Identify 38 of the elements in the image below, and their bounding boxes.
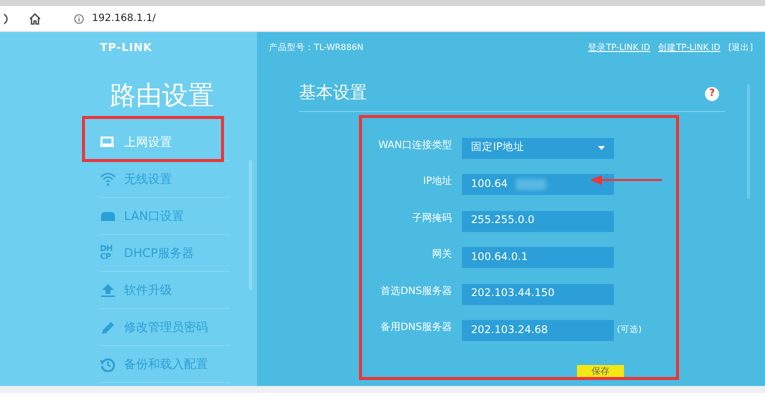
dropdown-field[interactable]: 固定IP地址 [462,138,614,158]
sidebar-item[interactable]: 上网设置 [100,124,230,161]
optional-note: (可选) [617,324,642,337]
field-label: WAN口连接类型 [377,138,453,152]
field-label: 首选DNS服务器 [379,284,453,298]
field-label: IP地址 [422,174,453,189]
wifi-icon [100,172,116,186]
section-title: 基本设置 [299,82,367,105]
caret-icon [598,146,605,150]
sidebar-item[interactable]: DH CP DHCP服务器 [100,235,230,272]
sidebar-item[interactable]: 软件升级 [100,272,230,309]
sidebar-item[interactable]: 修改管理员密码 [100,309,230,346]
help-button[interactable]: ? [705,86,719,101]
field-label: 备用DNS服务器 [379,321,453,335]
account-link[interactable]: 创建TP-LINK ID [658,42,720,55]
dhcp-icon: DH CP [100,245,116,261]
info-icon [74,14,84,24]
history-icon [100,356,116,372]
product-model: 产品型号：TL-WR886N [269,42,364,55]
monitor-icon [100,134,116,150]
logo: TP-LINK [100,40,152,56]
upload-icon [100,282,116,298]
field-label: 子网掩码 [411,212,453,226]
logout-link[interactable]: [退出] [728,42,753,55]
sidebar-item[interactable]: 备份和载入配置 [100,346,230,383]
url-field[interactable]: 192.168.1.1/ [92,11,156,26]
pencil-icon [100,320,116,334]
sidebar-item[interactable]: LAN口设置 [100,198,230,235]
input-field[interactable]: 100.64.0.1 [462,247,614,268]
input-field[interactable]: 202.103.44.150 [462,284,614,304]
input-field[interactable]: 202.103.24.68 [462,320,614,341]
input-field[interactable]: 255.255.0.0 [462,210,614,232]
sidebar-item[interactable]: 无线设置 [100,161,230,198]
home-icon[interactable] [28,12,42,26]
input-field[interactable]: 100.64 [462,174,614,195]
sidebar-title: 路由设置 [109,80,215,113]
field-label: 网关 [431,248,453,262]
account-link[interactable]: 登录TP-LINK ID [588,42,650,55]
